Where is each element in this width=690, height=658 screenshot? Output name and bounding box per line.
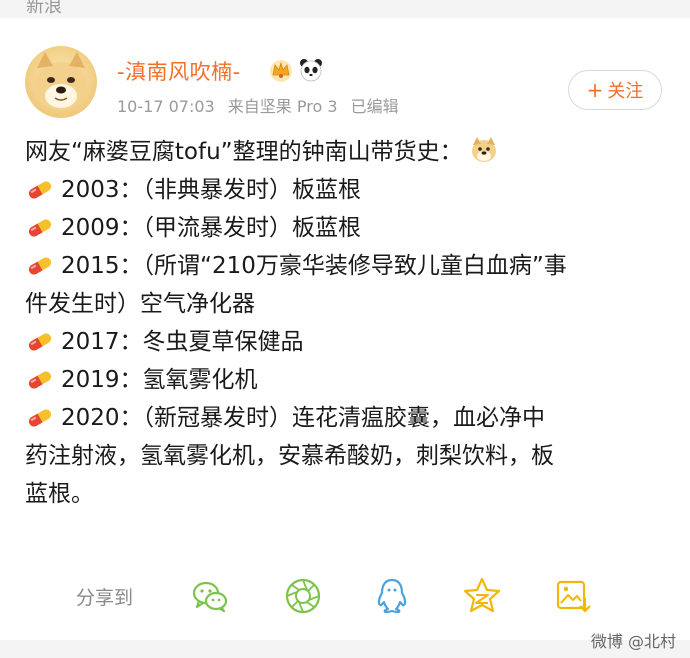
history-item-continuation: 药注射液，氢氧雾化机，安慕希酸奶，刺梨饮料，板: [25, 437, 665, 475]
history-item: 2017：冬虫夏草保健品: [25, 323, 665, 361]
save-image-button[interactable]: [553, 576, 593, 616]
doge-avatar-icon: [35, 52, 87, 110]
save-image-icon: [556, 580, 591, 613]
qq-share-button[interactable]: [372, 576, 412, 616]
wechat-share-button[interactable]: [190, 576, 230, 616]
pill-emoji-icon: [25, 332, 55, 352]
history-item-text: 2020：（新冠暴发时）连花清瘟胶囊，血必净中: [61, 405, 546, 431]
post-body: 网友“麻婆豆腐tofu”整理的钟南山带货史： 2003：（非典暴发时）板蓝根 2…: [25, 133, 665, 513]
plus-icon: +: [586, 78, 604, 102]
history-item-text: 2003：（非典暴发时）板蓝根: [61, 177, 362, 203]
history-item-text: 2017：冬虫夏草保健品: [61, 329, 304, 355]
moments-icon: [285, 578, 321, 614]
crown-badge-icon[interactable]: [268, 57, 294, 83]
history-item: 2020：（新冠暴发时）连花清瘟胶囊，血必净中: [25, 399, 665, 437]
moments-share-button[interactable]: [283, 576, 323, 616]
pill-emoji-icon: [25, 180, 55, 200]
post-meta: 10-17 07:03 来自坚果 Pro 3 已编辑: [117, 93, 407, 117]
doge-emoji-icon: [469, 135, 499, 165]
history-item-text: 蓝根。: [25, 481, 94, 507]
weibo-watermark: 微博 @北村: [590, 632, 676, 651]
panda-badge-icon[interactable]: [298, 57, 324, 83]
pill-emoji-icon: [25, 256, 55, 276]
history-item: 2003：（非典暴发时）板蓝根: [25, 171, 665, 209]
share-label: 分享到: [76, 587, 134, 609]
wechat-icon: [192, 581, 228, 613]
post-source[interactable]: 来自坚果 Pro 3: [228, 97, 338, 116]
history-item: 2019：氢氧雾化机: [25, 361, 665, 399]
history-item: 2015：（所谓“210万豪华装修导致儿童白血病”事: [25, 247, 665, 285]
history-item: 2009：（甲流暴发时）板蓝根: [25, 209, 665, 247]
pill-emoji-icon: [25, 370, 55, 390]
avatar[interactable]: [25, 46, 97, 118]
weibo-post-card: -滇南风吹楠- 10-17 07:03 来自坚果 Pro 3 已编辑 + 关注 …: [0, 18, 690, 640]
history-item-text: 2015：（所谓“210万豪华装修导致儿童白血病”事: [61, 253, 567, 279]
pill-emoji-icon: [25, 408, 55, 428]
follow-button[interactable]: + 关注: [568, 70, 662, 110]
user-badges: [268, 57, 324, 83]
post-time: 10-17 07:03: [117, 97, 215, 116]
user-name[interactable]: -滇南风吹楠-: [117, 56, 241, 86]
history-item-text: 2009：（甲流暴发时）板蓝根: [61, 215, 362, 241]
post-intro: 网友“麻婆豆腐tofu”整理的钟南山带货史：: [25, 133, 665, 171]
history-item-continuation: 件发生时）空气净化器: [25, 285, 665, 323]
history-item-text: 药注射液，氢氧雾化机，安慕希酸奶，刺梨饮料，板: [25, 443, 554, 469]
top-strip: 新浪: [0, 0, 690, 18]
bottom-strip: [0, 640, 690, 658]
qzone-icon: [463, 577, 501, 613]
edited-label[interactable]: 已编辑: [351, 97, 399, 116]
history-item-text: 2019：氢氧雾化机: [61, 367, 258, 393]
top-strip-text: 新浪: [26, 0, 62, 17]
pill-emoji-icon: [25, 218, 55, 238]
qq-icon: [377, 578, 407, 614]
qzone-share-button[interactable]: [462, 576, 502, 616]
post-intro-text: 网友“麻婆豆腐tofu”整理的钟南山带货史：: [25, 139, 463, 165]
history-item-text: 件发生时）空气净化器: [25, 291, 255, 317]
history-item-continuation: 蓝根。: [25, 475, 665, 513]
follow-label: 关注: [607, 81, 644, 102]
